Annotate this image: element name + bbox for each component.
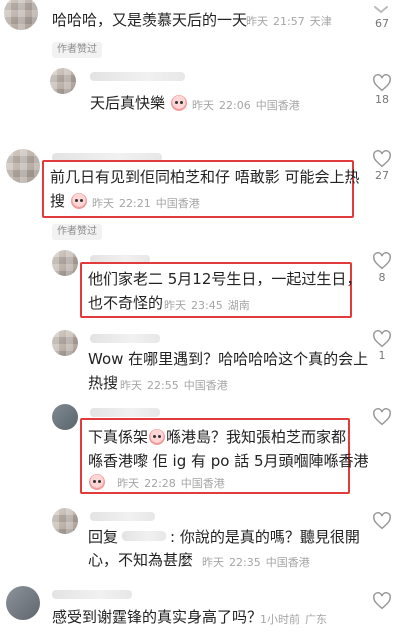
comment-text-line2: 心，不知為甚麼 <box>88 551 194 569</box>
like-button[interactable]: 67 <box>370 16 394 30</box>
comment-text: 回复: 你說的是真的嗎？聽見很開 <box>88 528 360 546</box>
comment-text: 天后真快樂 <box>90 92 188 114</box>
comment-meta: 昨天 22:35 中国香港 <box>202 556 310 569</box>
comment-text-line2: 也不奇怪的 <box>88 294 164 312</box>
heart-outline-icon <box>373 408 391 426</box>
like-button[interactable]: 18 <box>370 74 394 106</box>
comment-text: 下真係架 喺港島？我知張柏芝而家都 <box>88 428 347 446</box>
username-blurred <box>90 512 155 521</box>
author-liked-badge: 作者赞过 <box>52 224 102 240</box>
chevron-down-icon[interactable] <box>372 0 390 14</box>
username-blurred <box>90 72 185 81</box>
like-button[interactable] <box>370 592 394 611</box>
like-count: 67 <box>375 17 389 30</box>
emoji-icon <box>170 95 187 111</box>
username-blurred <box>90 408 160 417</box>
comment-meta: 昨天 22:28 中国香港 <box>117 477 225 490</box>
heart-outline-icon <box>373 330 391 348</box>
comment-meta: 昨天 22:06 中国香港 <box>192 99 300 112</box>
comment-meta-row: 昨天 22:28 中国香港 <box>88 472 230 491</box>
avatar[interactable] <box>6 586 40 620</box>
heart-outline-icon <box>373 512 391 530</box>
avatar[interactable] <box>52 508 78 534</box>
avatar[interactable] <box>6 149 40 183</box>
comment-text-line2: 热搜 <box>88 374 119 392</box>
author-liked-badge: 作者赞过 <box>52 42 102 58</box>
like-count: 18 <box>375 93 389 106</box>
reply-target-blurred <box>122 531 167 541</box>
comment-text: 他们家老二 5月12号生日，一起过生日， <box>88 270 362 288</box>
like-button[interactable]: 27 <box>370 150 394 182</box>
emoji-icon <box>89 474 105 490</box>
avatar[interactable] <box>52 250 78 276</box>
comment-text: 感受到谢霆锋的真实身高了吗？ <box>52 608 263 626</box>
emoji-icon <box>70 193 87 209</box>
avatar[interactable] <box>50 68 76 94</box>
comment-text: 哈哈哈，又是羡慕天后的一天 <box>52 11 248 29</box>
heart-outline-icon <box>373 74 391 92</box>
comment-meta: 昨天 21:57 天津 <box>246 15 332 28</box>
avatar[interactable] <box>52 404 78 430</box>
like-button[interactable] <box>370 408 394 427</box>
like-count: 27 <box>375 169 389 182</box>
avatar[interactable] <box>4 0 38 30</box>
like-button[interactable] <box>370 512 394 531</box>
comment-text: 前几日有见到佢同柏芝和仔 唔敢影 可能会上热 <box>50 168 360 186</box>
comment-text-line2: 喺香港嚟 佢 ig 有 po 話 5月頭嗰陣喺香港 <box>88 452 369 470</box>
comment-meta: 昨天 23:45 湖南 <box>164 299 250 312</box>
comment-text-line2: 搜 <box>50 190 88 212</box>
emoji-icon <box>149 429 166 445</box>
comment-meta: 昨天 22:21 中国香港 <box>92 197 200 210</box>
heart-outline-icon <box>373 252 391 270</box>
heart-outline-icon <box>373 592 391 610</box>
like-button[interactable]: 8 <box>370 252 394 284</box>
like-count: 8 <box>378 271 386 284</box>
comment-text: Wow 在哪里遇到？哈哈哈哈这个真的会上 <box>88 350 369 368</box>
username-blurred <box>52 590 132 599</box>
comment-meta: 1小时前 广东 <box>260 613 327 626</box>
comment-meta: 昨天 22:55 中国香港 <box>120 379 228 392</box>
username-blurred <box>90 334 160 343</box>
like-button[interactable]: 1 <box>370 330 394 362</box>
heart-outline-icon <box>373 150 391 168</box>
avatar[interactable] <box>52 330 78 356</box>
like-count: 1 <box>378 349 386 362</box>
